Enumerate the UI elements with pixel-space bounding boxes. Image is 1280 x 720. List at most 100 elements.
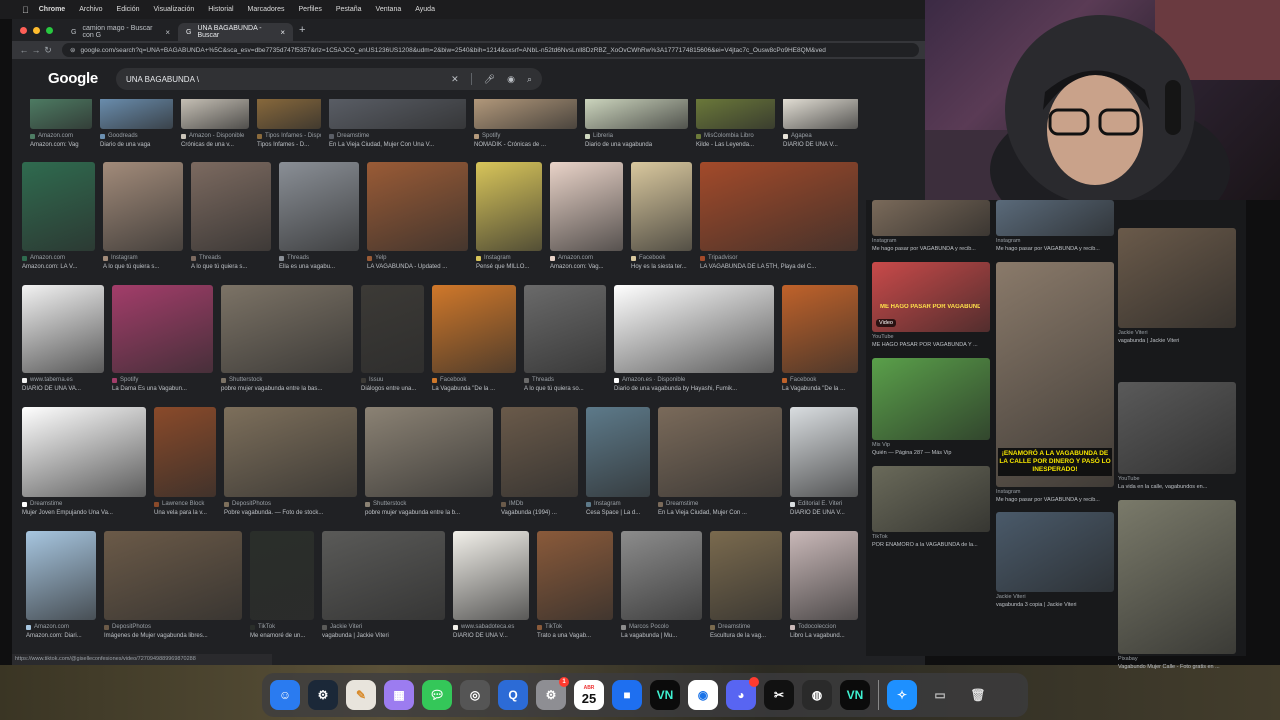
menu-visualizacion[interactable]: Visualización	[154, 6, 195, 13]
right-result-title[interactable]: vagabunda | Jackie Viteri	[1118, 338, 1236, 345]
result-title[interactable]: Hoy es la siesta ter...	[631, 263, 692, 271]
result-thumbnail[interactable]	[279, 162, 359, 251]
finder-icon[interactable]: ☺	[270, 680, 300, 710]
right-result-source[interactable]: Instagram	[996, 238, 1114, 245]
right-result-source[interactable]: Pixabay	[1118, 656, 1236, 663]
settings-icon[interactable]: ⚙ 1	[536, 677, 569, 710]
result-thumbnail[interactable]	[501, 407, 578, 497]
result-title[interactable]: LA VAGABUNDA DE LA 5TH, Playa del C...	[700, 263, 858, 271]
result-title[interactable]: Diario de una vaga	[100, 141, 173, 149]
result-title[interactable]: La Vagabunda "De la ...	[432, 385, 516, 393]
result-thumbnail[interactable]	[181, 97, 249, 129]
result-title[interactable]: pobre mujer vagabunda entre la b...	[365, 509, 493, 517]
result-source[interactable]: Marcos Pocolo	[621, 623, 702, 631]
image-result[interactable]: Facebook Hoy es la siesta ter...	[631, 162, 692, 273]
result-source[interactable]: Issuu	[361, 376, 424, 384]
result-title[interactable]: Kilde - Las Leyenda...	[696, 141, 775, 149]
right-result-source[interactable]: Instagram	[872, 238, 990, 245]
image-result[interactable]: Facebook La Vagabunda "De la ...	[782, 285, 858, 395]
result-title[interactable]: A lo que tú quiera s...	[103, 263, 183, 271]
result-source[interactable]: Todocoleccion	[790, 623, 858, 631]
image-result[interactable]: Lawrence Block Una vela para la v...	[154, 407, 216, 519]
close-icon[interactable]: ✕	[451, 74, 459, 85]
result-title[interactable]: Diario de una vagabunda	[585, 141, 688, 149]
result-source[interactable]: TikTok	[537, 623, 613, 631]
right-result-title[interactable]: Me hago pasar por VAGABUNDA y recib...	[996, 497, 1114, 504]
result-thumbnail[interactable]	[26, 531, 96, 620]
image-result[interactable]: Goodreads Diario de una vaga	[100, 97, 173, 151]
result-title[interactable]: Tipos Infames - D...	[257, 141, 321, 149]
right-result-title[interactable]: POR ENAMORÓ a la VAGABUNDA de la...	[872, 542, 990, 549]
mic-icon[interactable]: 🎤︎	[484, 74, 495, 85]
search-box[interactable]: UNA BAGABUNDA \ ✕ 🎤︎ ◉ ⌕	[116, 68, 542, 90]
result-thumbnail[interactable]	[432, 285, 516, 373]
image-result[interactable]: Dreamstime En La Vieja Ciudad, Mujer Con …	[658, 407, 782, 519]
result-thumbnail[interactable]	[453, 531, 529, 620]
menu-ayuda[interactable]: Ayuda	[415, 6, 435, 13]
result-thumbnail[interactable]	[631, 162, 692, 251]
result-source[interactable]: Tripadvisor	[700, 254, 858, 262]
image-result[interactable]: Tipos Infames - Disponible Tipos Infames …	[257, 97, 321, 151]
right-result-title[interactable]: Me hago pasar por VAGABUNDA y recib...	[872, 246, 990, 253]
menu-pestana[interactable]: Pestaña	[336, 6, 362, 13]
image-result[interactable]: Agapea DIARIO DE UNA V...	[783, 97, 858, 151]
menu-app[interactable]: Chrome	[39, 6, 65, 13]
result-thumbnail[interactable]	[112, 285, 213, 373]
result-source[interactable]: Jackie Viteri	[322, 623, 445, 631]
menu-historial[interactable]: Historial	[208, 6, 233, 13]
result-source[interactable]: Facebook	[432, 376, 516, 384]
image-result[interactable]: Tripadvisor LA VAGABUNDA DE LA 5TH, Playa…	[700, 162, 858, 273]
result-source[interactable]: Editorial E. Viteri	[790, 500, 858, 508]
result-title[interactable]: Amazon.com: Vag...	[550, 263, 623, 271]
right-image-result[interactable]	[872, 200, 990, 236]
image-result[interactable]: TikTok Trato a una Vagab...	[537, 531, 613, 642]
result-source[interactable]: DepositPhotos	[104, 623, 242, 631]
steam-icon[interactable]: ⚙	[308, 680, 338, 710]
result-thumbnail[interactable]	[224, 407, 357, 497]
minimize-window-button[interactable]	[33, 26, 40, 34]
result-thumbnail[interactable]	[476, 162, 542, 251]
right-result-source[interactable]: Jackie Viteri	[1118, 330, 1236, 337]
right-result-source[interactable]: TikTok	[872, 534, 990, 541]
image-result[interactable]: Dreamstime Mujer Joven Empujando Una Va..…	[22, 407, 146, 519]
close-window-button[interactable]	[20, 26, 27, 34]
result-source[interactable]: Dreamstime	[710, 623, 782, 631]
image-result[interactable]: TikTok Me enamoré de un...	[250, 531, 314, 642]
screenshot-icon[interactable]: ◎	[460, 680, 490, 710]
image-result[interactable]: Dreamstime Escultura de la vag...	[710, 531, 782, 642]
right-result-source[interactable]: Mis Vip	[872, 442, 990, 449]
result-thumbnail[interactable]	[585, 97, 688, 129]
right-image-result[interactable]	[1118, 382, 1236, 474]
result-thumbnail[interactable]	[154, 407, 216, 497]
image-result[interactable]: www.sabadoteca.es DIARIO DE UNA V...	[453, 531, 529, 642]
result-title[interactable]: Una vela para la v...	[154, 509, 216, 517]
google-logo[interactable]: Google	[48, 70, 98, 87]
forward-arrow-icon[interactable]: →	[30, 45, 42, 55]
right-result-title[interactable]: vagabunda 3 copia | Jackie Viteri	[996, 602, 1114, 609]
image-result[interactable]: Instagram A lo que tú quiera s...	[103, 162, 183, 273]
result-source[interactable]: Lawrence Block	[154, 500, 216, 508]
right-result-source[interactable]: YouTube	[872, 334, 990, 341]
image-result[interactable]: Libreria Diario de una vagabunda	[585, 97, 688, 151]
image-result[interactable]: Editorial E. Viteri DIARIO DE UNA V...	[790, 407, 858, 519]
right-result-title[interactable]: ME HAGO PASAR POR VAGABUNDA Y ...	[872, 342, 990, 349]
image-result[interactable]: Amazon.com Amazon.com: Diari...	[26, 531, 96, 642]
right-result-source[interactable]: Instagram	[996, 489, 1114, 496]
result-thumbnail[interactable]	[257, 97, 321, 129]
result-title[interactable]: Crónicas de una v...	[181, 141, 249, 149]
image-result[interactable]: Facebook La Vagabunda "De la ...	[432, 285, 516, 395]
result-thumbnail[interactable]	[250, 531, 314, 620]
image-result[interactable]: Dreamstime En La Vieja Ciudad, Mujer Con …	[329, 97, 466, 151]
result-source[interactable]: Agapea	[783, 132, 858, 140]
right-result-source[interactable]: YouTube	[1118, 476, 1236, 483]
image-result[interactable]: Instagram Pensé que MILLO...	[476, 162, 542, 273]
result-title[interactable]: Cesa Space | La d...	[586, 509, 650, 517]
right-result-title[interactable]: Vagabundo Mujer Calle - Foto gratis en .…	[1118, 664, 1236, 671]
right-result-title[interactable]: Quién — Página 287 — Más Vip	[872, 450, 990, 457]
menu-edicion[interactable]: Edición	[117, 6, 140, 13]
result-thumbnail[interactable]	[367, 162, 468, 251]
result-title[interactable]: A lo que tú quiera s...	[191, 263, 271, 271]
result-title[interactable]: Trato a una Vagab...	[537, 632, 613, 640]
result-title[interactable]: La vagabunda | Mu...	[621, 632, 702, 640]
image-result[interactable]: Jackie Viteri vagabunda | Jackie Viteri	[322, 531, 445, 642]
